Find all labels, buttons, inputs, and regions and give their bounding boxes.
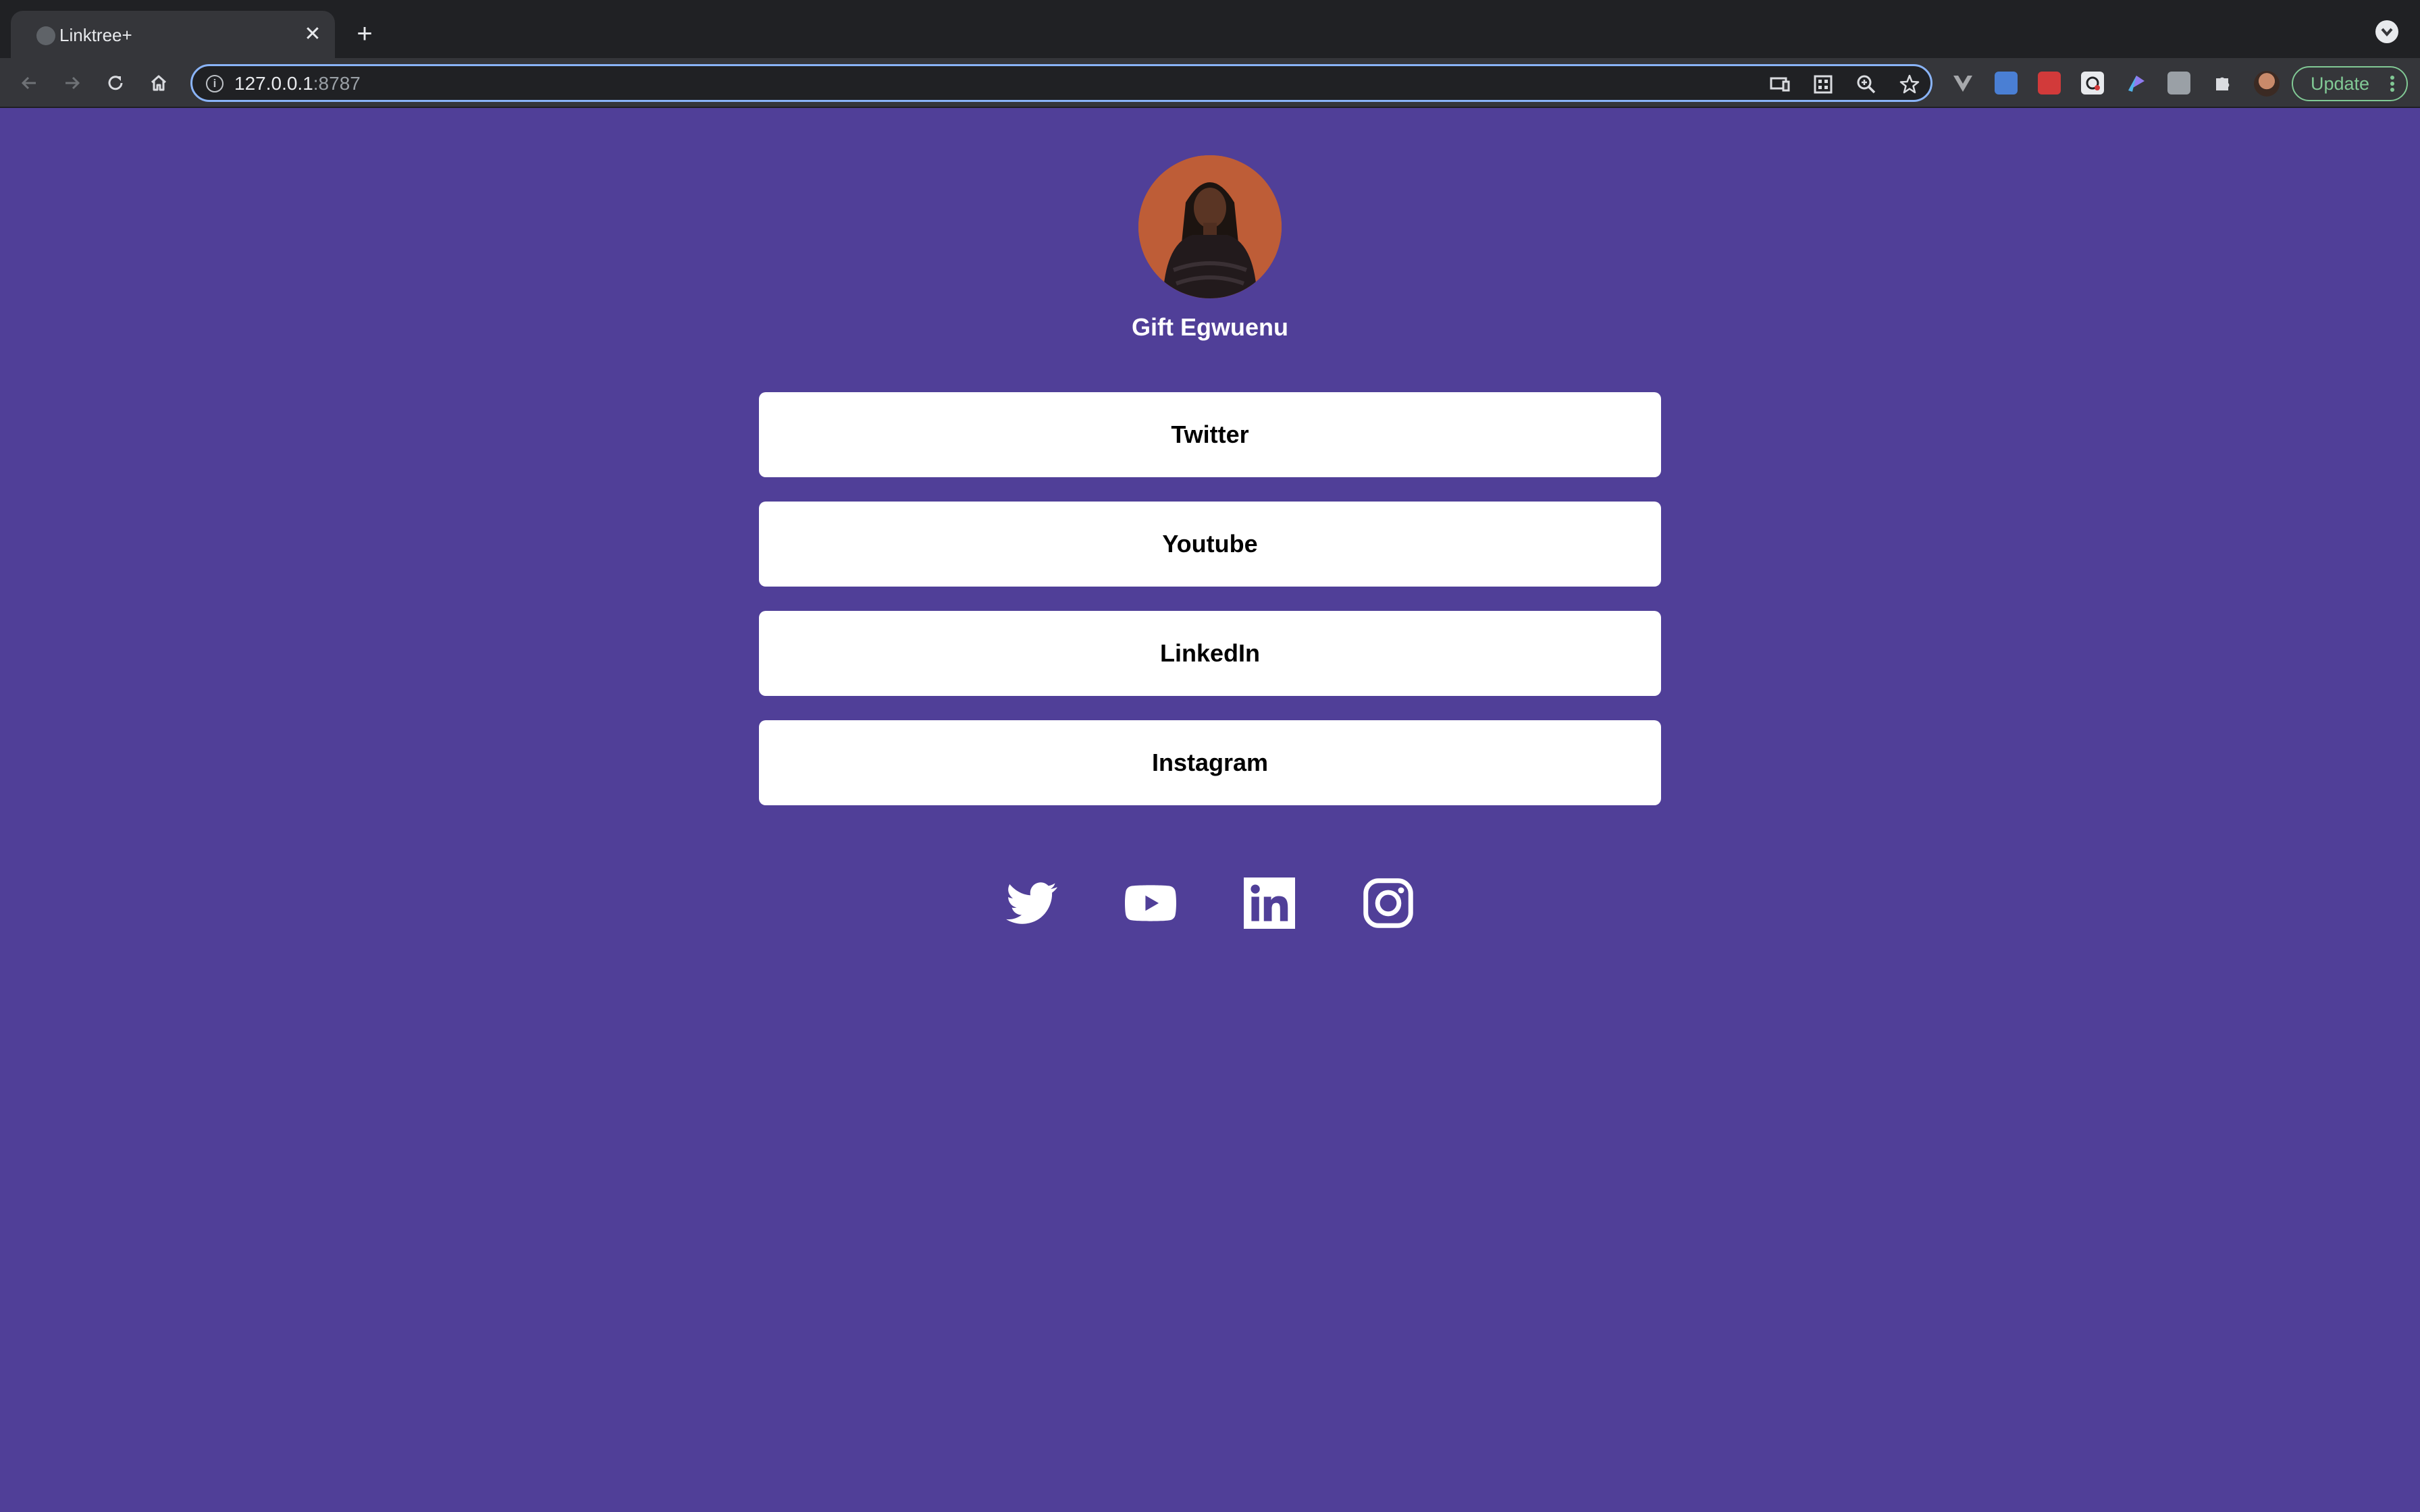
more-menu-icon[interactable] xyxy=(2390,76,2394,92)
profile-photo xyxy=(1138,155,1282,298)
cast-icon[interactable] xyxy=(1768,73,1791,96)
youtube-icon[interactable] xyxy=(1125,878,1176,929)
linkedin-icon[interactable] xyxy=(1244,878,1295,929)
twitter-link-button[interactable]: Twitter xyxy=(759,392,1661,477)
youtube-link-button[interactable]: Youtube xyxy=(759,502,1661,587)
site-info-icon[interactable]: i xyxy=(206,75,223,92)
qr-code-icon[interactable] xyxy=(1812,73,1835,96)
url-host: 127.0.0.1 xyxy=(234,73,313,94)
screenshot-extension-icon[interactable] xyxy=(2081,72,2104,94)
linktree-page: Gift Egwuenu Twitter Youtube LinkedIn In… xyxy=(0,108,2420,1512)
zoom-icon[interactable] xyxy=(1855,73,1878,96)
close-tab-icon[interactable]: ✕ xyxy=(300,22,325,47)
update-label: Update xyxy=(2311,74,2370,94)
update-button[interactable]: Update xyxy=(2292,66,2408,101)
font-extension-icon[interactable] xyxy=(2167,72,2190,94)
vue-devtools-extension-icon[interactable] xyxy=(1951,72,1974,94)
tab-title: Linktree+ xyxy=(59,25,132,45)
translate-extension-icon[interactable] xyxy=(1995,72,2018,94)
url-text: 127.0.0.1:8787 xyxy=(234,72,361,95)
browser-tab[interactable]: Linktree+ ✕ xyxy=(11,11,335,58)
forward-arrow-icon[interactable] xyxy=(57,68,88,99)
browser-toolbar: i 127.0.0.1:8787 Update xyxy=(0,58,2420,108)
password-extension-icon[interactable] xyxy=(2038,72,2061,94)
tab-search-icon[interactable] xyxy=(2375,20,2398,43)
profile-avatar-icon[interactable] xyxy=(2254,71,2280,97)
url-port: :8787 xyxy=(313,73,361,94)
twitter-icon[interactable] xyxy=(1006,878,1057,929)
instagram-icon[interactable] xyxy=(1363,878,1414,929)
globe-icon xyxy=(36,26,55,45)
address-bar[interactable]: i 127.0.0.1:8787 xyxy=(190,64,1932,102)
linkedin-link-button[interactable]: LinkedIn xyxy=(759,611,1661,696)
instagram-link-button[interactable]: Instagram xyxy=(759,720,1661,805)
bookmark-star-icon[interactable] xyxy=(1898,73,1921,96)
browser-tab-strip: Linktree+ ✕ + xyxy=(0,0,2420,58)
color-picker-extension-icon[interactable] xyxy=(2124,72,2147,94)
home-icon[interactable] xyxy=(143,68,174,99)
extensions-puzzle-icon[interactable] xyxy=(2211,72,2234,94)
new-tab-button[interactable]: + xyxy=(350,19,379,49)
back-arrow-icon[interactable] xyxy=(14,68,45,99)
reload-icon[interactable] xyxy=(100,68,131,99)
profile-name: Gift Egwuenu xyxy=(1132,313,1288,341)
